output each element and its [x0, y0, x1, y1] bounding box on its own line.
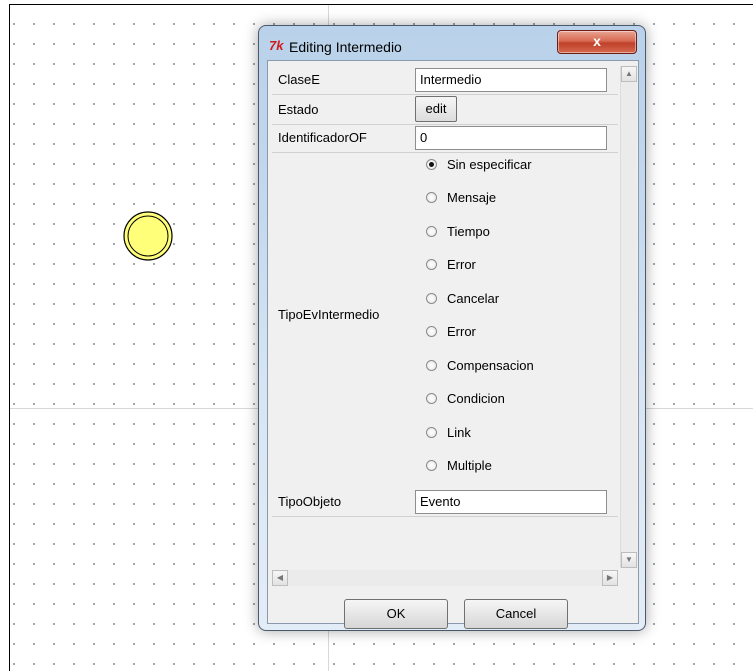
- tipoev-option[interactable]: Cancelar: [426, 288, 499, 308]
- row-clasee: ClaseE Intermedio: [272, 66, 618, 95]
- horizontal-scrollbar[interactable]: ◀ ▶: [272, 570, 618, 586]
- tipoev-option-label: Condicion: [447, 391, 505, 406]
- tipoev-option[interactable]: Mensaje: [426, 188, 496, 208]
- row-identificador: IdentificadorOF 0: [272, 124, 618, 153]
- estado-label: Estado: [278, 102, 319, 117]
- radio-icon[interactable]: [426, 426, 437, 438]
- close-button[interactable]: x: [557, 30, 637, 54]
- scroll-up-icon[interactable]: ▲: [621, 66, 637, 82]
- radio-icon[interactable]: [426, 326, 437, 337]
- scroll-down-icon[interactable]: ▼: [621, 552, 637, 568]
- tipoev-option[interactable]: Link: [426, 422, 471, 442]
- title-bar[interactable]: 7k Editing Intermedio x: [259, 26, 645, 60]
- tipoev-option-label: Sin especificar: [447, 156, 532, 172]
- tipoev-label: TipoEvIntermedio: [278, 307, 380, 322]
- tipoev-option-label: Tiempo: [447, 223, 490, 239]
- tipoev-option[interactable]: Condicion: [426, 389, 505, 409]
- tipoev-option-label: Mensaje: [447, 190, 497, 205]
- row-estado: Estado edit: [272, 94, 618, 125]
- tipoobjeto-field[interactable]: Evento: [415, 490, 607, 514]
- estado-edit-button[interactable]: edit: [415, 96, 457, 122]
- tipoev-option-label: Compensacion: [447, 357, 534, 373]
- properties-table: ClaseE Intermedio Estado edit Identifica…: [272, 66, 618, 568]
- cancel-button[interactable]: Cancel: [464, 599, 568, 629]
- tipoev-option-label: Cancelar: [447, 290, 500, 306]
- edit-dialog: 7k Editing Intermedio x ClaseE Intermedi…: [258, 25, 646, 631]
- tipoev-option-label: Error: [447, 324, 476, 339]
- row-tipoobjeto: TipoObjeto Evento: [272, 486, 618, 517]
- radio-icon[interactable]: [426, 460, 437, 471]
- tipoev-option-label: Multiple: [447, 458, 492, 473]
- clasee-label: ClaseE: [278, 72, 320, 87]
- dialog-title: Editing Intermedio: [289, 39, 402, 55]
- tipoev-option[interactable]: Error: [426, 322, 476, 342]
- tipoev-option[interactable]: Compensacion: [426, 355, 534, 375]
- tipoev-option[interactable]: Error: [426, 255, 476, 275]
- tipoobjeto-label: TipoObjeto: [278, 494, 342, 509]
- ok-button[interactable]: OK: [344, 599, 448, 629]
- vertical-scrollbar[interactable]: ▲ ▼: [620, 66, 637, 568]
- clasee-field[interactable]: Intermedio: [415, 68, 607, 92]
- identificador-field[interactable]: 0: [415, 126, 607, 150]
- tipoev-option[interactable]: Sin especificar: [426, 154, 532, 174]
- intermediate-event-node[interactable]: [122, 210, 174, 262]
- radio-icon[interactable]: [426, 292, 437, 304]
- tk-feather-icon: 7k: [269, 38, 284, 53]
- tipoev-option-label: Error: [447, 257, 476, 272]
- scroll-left-icon[interactable]: ◀: [272, 570, 288, 586]
- row-tipoev: TipoEvIntermedio Sin especificar Mensaje T…: [272, 152, 618, 486]
- radio-icon[interactable]: [426, 158, 437, 170]
- tipoev-option[interactable]: Multiple: [426, 456, 492, 476]
- radio-icon[interactable]: [426, 225, 437, 237]
- radio-icon[interactable]: [426, 359, 437, 371]
- radio-icon[interactable]: [426, 393, 437, 404]
- radio-icon[interactable]: [426, 259, 437, 270]
- radio-icon[interactable]: [426, 192, 437, 203]
- tipoev-option-label: Link: [447, 424, 471, 440]
- dialog-body: ClaseE Intermedio Estado edit Identifica…: [267, 60, 639, 629]
- identificador-label: IdentificadorOF: [278, 130, 367, 145]
- tipoev-option[interactable]: Tiempo: [426, 221, 490, 241]
- scroll-right-icon[interactable]: ▶: [602, 570, 618, 586]
